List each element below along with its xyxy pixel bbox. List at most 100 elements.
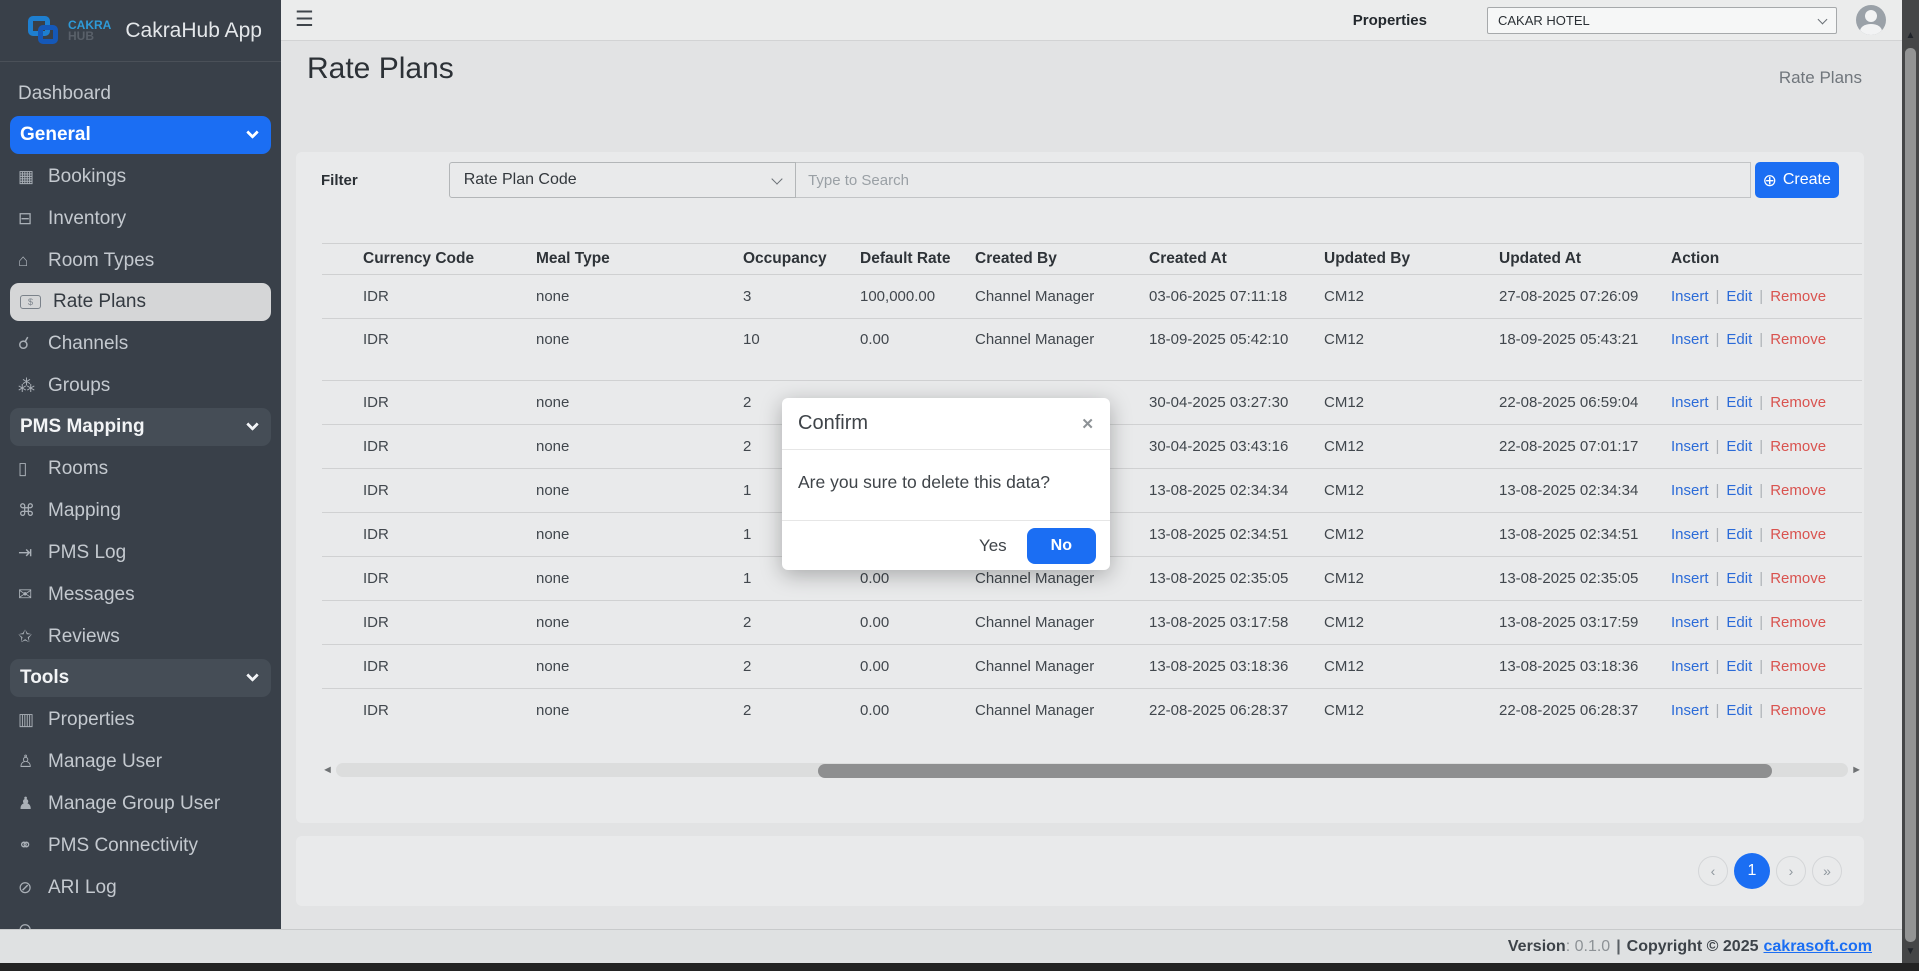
insert-link[interactable]: Insert: [1671, 438, 1709, 455]
hamburger-menu-icon[interactable]: ☰: [295, 7, 314, 32]
page-next-button[interactable]: ›: [1776, 856, 1806, 886]
sidebar-item-pms-connectivity[interactable]: ⚭PMS Connectivity: [0, 825, 281, 867]
properties-label: Properties: [1353, 12, 1427, 29]
remove-link[interactable]: Remove: [1770, 331, 1826, 348]
cell-created_by: Channel Manager: [975, 319, 1149, 381]
user-avatar[interactable]: [1856, 5, 1886, 35]
insert-link[interactable]: Insert: [1671, 288, 1709, 305]
sidebar-item-ari-log[interactable]: ⊘ARI Log: [0, 867, 281, 909]
sidebar-nav: DashboardGeneral▦Bookings⊟Inventory⌂Room…: [0, 62, 281, 929]
property-select[interactable]: CAKAR HOTEL: [1487, 7, 1837, 34]
sidebar-item-room-types[interactable]: ⌂Room Types: [0, 240, 281, 282]
edit-link[interactable]: Edit: [1726, 331, 1752, 348]
remove-link[interactable]: Remove: [1770, 614, 1826, 631]
scrollbar-track[interactable]: [336, 763, 1848, 777]
remove-link[interactable]: Remove: [1770, 658, 1826, 675]
edit-link[interactable]: Edit: [1726, 614, 1752, 631]
remove-link[interactable]: Remove: [1770, 702, 1826, 719]
close-icon[interactable]: ✕: [1081, 415, 1094, 433]
edit-link[interactable]: Edit: [1726, 438, 1752, 455]
insert-link[interactable]: Insert: [1671, 702, 1709, 719]
scroll-up-icon[interactable]: ▲: [1902, 30, 1919, 41]
remove-link[interactable]: Remove: [1770, 438, 1826, 455]
insert-link[interactable]: Insert: [1671, 482, 1709, 499]
cell-created_at: 18-09-2025 05:42:10: [1149, 319, 1324, 381]
no-button[interactable]: No: [1027, 528, 1096, 564]
page-last-button[interactable]: »: [1812, 856, 1842, 886]
sidebar-item-rooms[interactable]: ▯Rooms: [0, 448, 281, 490]
cell-currency: IDR: [322, 601, 536, 645]
edit-link[interactable]: Edit: [1726, 658, 1752, 675]
breadcrumb: Rate Plans: [281, 68, 1862, 88]
remove-link[interactable]: Remove: [1770, 570, 1826, 587]
insert-link[interactable]: Insert: [1671, 331, 1709, 348]
sidebar-item-item-20[interactable]: ⊙: [0, 909, 281, 929]
sidebar-section-rate-plans[interactable]: $Rate Plans: [10, 283, 271, 321]
cell-currency: IDR: [322, 425, 536, 469]
cell-updated_at: 13-08-2025 02:34:34: [1499, 469, 1671, 513]
action-separator: |: [1709, 394, 1727, 411]
scroll-down-icon[interactable]: ▼: [1902, 946, 1919, 957]
cell-updated_by: CM12: [1324, 319, 1499, 381]
remove-link[interactable]: Remove: [1770, 526, 1826, 543]
edit-link[interactable]: Edit: [1726, 570, 1752, 587]
sidebar-section-tools[interactable]: Tools: [10, 659, 271, 697]
sidebar-item-reviews[interactable]: ✩Reviews: [0, 616, 281, 658]
cell-rate: 0.00: [860, 645, 975, 689]
insert-link[interactable]: Insert: [1671, 570, 1709, 587]
edit-link[interactable]: Edit: [1726, 288, 1752, 305]
create-button[interactable]: ⊕ Create: [1755, 162, 1840, 198]
cell-rate: 0.00: [860, 319, 975, 381]
cakrasoft-link[interactable]: cakrasoft.com: [1764, 938, 1873, 956]
action-separator: |: [1709, 288, 1727, 305]
edit-link[interactable]: Edit: [1726, 526, 1752, 543]
sidebar-item-channels[interactable]: ☌Channels: [0, 323, 281, 365]
filter-field-select[interactable]: Rate Plan Code: [449, 162, 796, 198]
remove-link[interactable]: Remove: [1770, 288, 1826, 305]
page-1-button[interactable]: 1: [1734, 853, 1770, 889]
cell-created_at: 03-06-2025 07:11:18: [1149, 275, 1324, 319]
sidebar-item-dashboard[interactable]: Dashboard: [0, 73, 281, 115]
sidebar-section-general[interactable]: General: [10, 116, 271, 154]
edit-link[interactable]: Edit: [1726, 482, 1752, 499]
cell-created_at: 13-08-2025 02:35:05: [1149, 557, 1324, 601]
filter-bar: Filter Rate Plan Code ⊕ Create: [321, 162, 1839, 198]
sidebar-item-pms-log[interactable]: ⇥PMS Log: [0, 532, 281, 574]
edit-link[interactable]: Edit: [1726, 702, 1752, 719]
app-title: CakraHub App: [125, 19, 262, 43]
sidebar-section-pms-mapping[interactable]: PMS Mapping: [10, 408, 271, 446]
sidebar-item-inventory[interactable]: ⊟Inventory: [0, 198, 281, 240]
sidebar-item-bookings[interactable]: ▦Bookings: [0, 156, 281, 198]
sidebar-item-messages[interactable]: ✉Messages: [0, 574, 281, 616]
sidebar-item-manage-user[interactable]: ♙Manage User: [0, 741, 281, 783]
footer: Version: 0.1.0 | Copyright © 2025 cakras…: [0, 929, 1902, 963]
sidebar-item-properties[interactable]: ▥Properties: [0, 699, 281, 741]
edit-link[interactable]: Edit: [1726, 394, 1752, 411]
cakrahub-logo-icon: [28, 16, 62, 46]
cell-currency: IDR: [322, 689, 536, 733]
insert-link[interactable]: Insert: [1671, 658, 1709, 675]
cell-rate: 100,000.00: [860, 275, 975, 319]
scroll-left-icon[interactable]: ◄: [322, 764, 333, 776]
scrollbar-thumb[interactable]: [818, 764, 1772, 778]
cell-currency: IDR: [322, 319, 536, 381]
cell-created_at: 22-08-2025 06:28:37: [1149, 689, 1324, 733]
search-input[interactable]: [796, 162, 1750, 198]
remove-link[interactable]: Remove: [1770, 394, 1826, 411]
insert-link[interactable]: Insert: [1671, 614, 1709, 631]
horizontal-scrollbar[interactable]: ◄ ►: [322, 762, 1862, 778]
insert-link[interactable]: Insert: [1671, 526, 1709, 543]
sidebar-item-mapping[interactable]: ⌘Mapping: [0, 490, 281, 532]
sidebar-item-groups[interactable]: ⁂Groups: [0, 365, 281, 407]
vertical-scrollbar[interactable]: ▲ ▼: [1902, 0, 1919, 963]
action-separator: |: [1752, 288, 1770, 305]
remove-link[interactable]: Remove: [1770, 482, 1826, 499]
star-review-icon: ✩: [18, 627, 48, 647]
yes-button[interactable]: Yes: [979, 536, 1007, 556]
sidebar-item-manage-group-user[interactable]: ♟Manage Group User: [0, 783, 281, 825]
scroll-right-icon[interactable]: ►: [1851, 764, 1862, 776]
insert-link[interactable]: Insert: [1671, 394, 1709, 411]
pagination-card: ‹ 1 › »: [296, 836, 1864, 906]
page-prev-button[interactable]: ‹: [1698, 856, 1728, 886]
vscrollbar-thumb[interactable]: [1905, 48, 1916, 942]
